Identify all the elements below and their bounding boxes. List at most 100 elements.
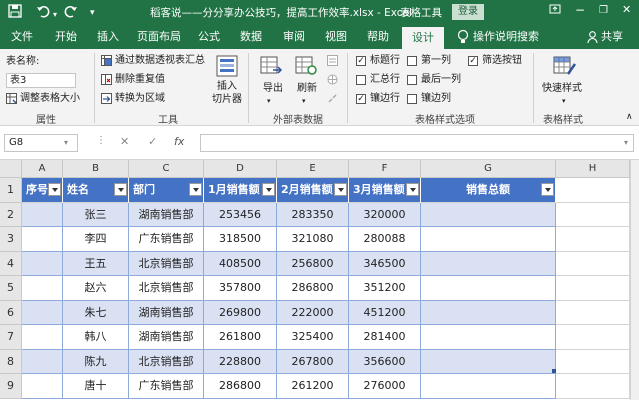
column-header-c[interactable]: C [129, 160, 204, 178]
row-header[interactable]: 7 [0, 325, 22, 350]
cell-feb-sales[interactable]: 222000 [277, 300, 349, 325]
cell-name[interactable]: 李四 [63, 227, 129, 252]
table-header-mar-sales[interactable]: 3月销售额 [349, 178, 421, 203]
cell-jan-sales[interactable]: 253456 [204, 202, 277, 227]
row-header[interactable]: 9 [0, 374, 22, 399]
cell-name[interactable]: 唐十 [63, 374, 129, 399]
row-header[interactable]: 1 [0, 178, 22, 203]
cell[interactable] [556, 325, 630, 350]
save-icon[interactable] [8, 4, 22, 22]
table-header-name[interactable]: 姓名 [63, 178, 129, 203]
column-header-b[interactable]: B [63, 160, 129, 178]
vertical-scrollbar[interactable] [630, 160, 639, 400]
tab-insert[interactable]: 插入 [90, 25, 126, 49]
tab-review[interactable]: 审阅 [276, 25, 312, 49]
refresh-dropdown-icon[interactable]: ▾ [302, 95, 306, 108]
cell-total-sales[interactable] [421, 202, 556, 227]
cell-name[interactable]: 朱七 [63, 300, 129, 325]
table-header-seq[interactable]: 序号 [22, 178, 63, 203]
row-header[interactable]: 2 [0, 202, 22, 227]
row-header[interactable]: 6 [0, 300, 22, 325]
ribbon-display-icon[interactable] [549, 3, 561, 18]
cell[interactable] [556, 251, 630, 276]
open-browser-icon[interactable] [327, 74, 338, 85]
confirm-entry-button[interactable]: ✓ [148, 135, 157, 148]
cell[interactable] [556, 178, 630, 203]
insert-slicer-label-2[interactable]: 切片器 [212, 93, 242, 106]
unlink-icon[interactable] [327, 93, 338, 104]
cell-feb-sales[interactable]: 261200 [277, 374, 349, 399]
cell[interactable] [556, 300, 630, 325]
table-name-input[interactable]: 表3 [6, 73, 76, 88]
cell[interactable] [556, 276, 630, 301]
filter-dropdown-icon[interactable] [189, 183, 202, 196]
tab-design[interactable]: 设计 [402, 27, 444, 49]
remove-duplicates-button[interactable]: 删除重复值 [115, 73, 165, 86]
cell-jan-sales[interactable]: 269800 [204, 300, 277, 325]
name-box-dropdown-icon[interactable]: ▾ [64, 138, 68, 147]
cell-mar-sales[interactable]: 356600 [349, 349, 421, 374]
cell-name[interactable]: 赵六 [63, 276, 129, 301]
restore-button[interactable]: ❐ [599, 5, 608, 16]
export-button[interactable]: 导出 [263, 82, 283, 95]
filter-dropdown-icon[interactable] [114, 183, 127, 196]
banded-rows-checkbox[interactable]: ✓ [356, 94, 366, 104]
cell-seq[interactable] [22, 349, 63, 374]
banded-columns-checkbox[interactable] [407, 94, 417, 104]
column-header-f[interactable]: F [349, 160, 421, 178]
cell-feb-sales[interactable]: 256800 [277, 251, 349, 276]
cell-total-sales[interactable] [421, 349, 556, 374]
filter-dropdown-icon[interactable] [541, 183, 554, 196]
table-header-dept[interactable]: 部门 [129, 178, 204, 203]
cell-dept[interactable]: 北京销售部 [129, 349, 204, 374]
cell-mar-sales[interactable]: 281400 [349, 325, 421, 350]
cell-total-sales[interactable] [421, 227, 556, 252]
tab-data[interactable]: 数据 [233, 25, 269, 49]
export-dropdown-icon[interactable]: ▾ [267, 95, 271, 108]
formula-input[interactable] [200, 134, 634, 152]
undo-dropdown-icon[interactable]: ▾ [53, 7, 57, 23]
cell-mar-sales[interactable]: 351200 [349, 276, 421, 301]
table-header-jan-sales[interactable]: 1月销售额 [204, 178, 277, 203]
summarize-pivot-button[interactable]: 通过数据透视表汇总 [115, 54, 205, 67]
tab-view[interactable]: 视图 [318, 25, 354, 49]
cell-seq[interactable] [22, 325, 63, 350]
properties-small-icon[interactable] [327, 55, 338, 66]
cell[interactable] [556, 349, 630, 374]
close-button[interactable]: ✕ [622, 3, 631, 16]
cell-dept[interactable]: 广东销售部 [129, 227, 204, 252]
cell-name[interactable]: 韩八 [63, 325, 129, 350]
cell-jan-sales[interactable]: 357800 [204, 276, 277, 301]
row-header[interactable]: 8 [0, 349, 22, 374]
cell-seq[interactable] [22, 251, 63, 276]
redo-icon[interactable] [64, 4, 78, 22]
insert-function-button[interactable]: fx [174, 135, 184, 148]
refresh-button[interactable]: 刷新 [297, 82, 317, 95]
quick-styles-button[interactable]: 快速样式 [542, 82, 582, 95]
last-column-checkbox[interactable] [407, 75, 417, 85]
cell-seq[interactable] [22, 300, 63, 325]
login-button[interactable]: 登录 [452, 4, 484, 20]
column-header-d[interactable]: D [204, 160, 277, 178]
column-header-a[interactable]: A [22, 160, 63, 178]
filter-dropdown-icon[interactable] [406, 183, 419, 196]
table-resize-handle[interactable] [552, 369, 556, 373]
cell-dept[interactable]: 湖南销售部 [129, 325, 204, 350]
minimize-button[interactable]: − [575, 3, 585, 17]
resize-table-button[interactable]: 调整表格大小 [20, 92, 80, 105]
cell-jan-sales[interactable]: 318500 [204, 227, 277, 252]
undo-icon[interactable] [36, 4, 50, 22]
column-header-e[interactable]: E [277, 160, 349, 178]
tab-formulas[interactable]: 公式 [191, 25, 227, 49]
cell-dept[interactable]: 广东销售部 [129, 374, 204, 399]
cell-jan-sales[interactable]: 228800 [204, 349, 277, 374]
tab-home[interactable]: 开始 [48, 25, 84, 49]
cell-jan-sales[interactable]: 286800 [204, 374, 277, 399]
customize-toolbar-icon[interactable]: ▾ [90, 5, 95, 21]
quick-styles-dropdown-icon[interactable]: ▾ [562, 95, 566, 108]
table-header-total-sales[interactable]: 销售总额 [421, 178, 556, 203]
cell[interactable] [556, 374, 630, 399]
cell-total-sales[interactable] [421, 300, 556, 325]
share-button[interactable]: 共享 [601, 25, 623, 49]
cell-feb-sales[interactable]: 267800 [277, 349, 349, 374]
